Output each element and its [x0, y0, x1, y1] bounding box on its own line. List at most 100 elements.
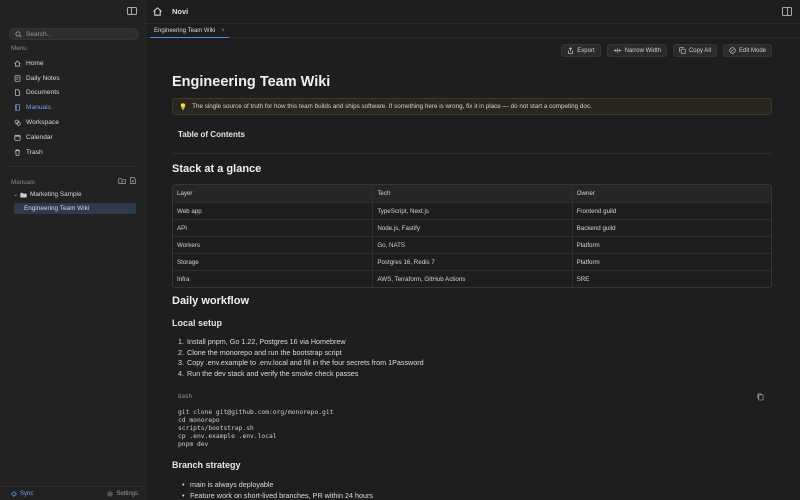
table-cell: SRE: [571, 271, 771, 287]
sidebar-header: [0, 0, 145, 24]
export-icon: [568, 47, 574, 54]
manuals-icon: [15, 104, 20, 111]
list-item-text: Clone the monorepo and run the bootstrap…: [187, 347, 342, 357]
sidebar-item-trash[interactable]: Trash: [9, 145, 139, 160]
narrow-width-button[interactable]: Narrow Width: [606, 44, 667, 57]
sidebar-item-label: Trash: [26, 148, 43, 156]
export-label: Export: [577, 47, 595, 54]
documents-icon: [15, 89, 20, 97]
manuals-actions: [118, 177, 137, 184]
sidebar-item-home[interactable]: Home: [9, 56, 139, 71]
sidebar-item-workspace[interactable]: Workspace: [9, 115, 139, 130]
code-line: pnpm dev: [178, 441, 209, 448]
narrow-width-label: Narrow Width: [624, 47, 661, 54]
copy-code-icon[interactable]: [757, 393, 764, 401]
sidebar-item-daily-notes[interactable]: Daily Notes: [9, 71, 139, 86]
narrow-width-icon: [613, 48, 621, 53]
main-content: Novi Engineering Team Wiki × Export Narr…: [146, 0, 800, 500]
chevron-down-icon: ⌄: [13, 192, 19, 198]
tree-folder-label: Marketing Sample: [30, 191, 82, 198]
edit-mode-label: Edit Mode: [738, 47, 766, 54]
code-language-label: bash: [178, 394, 192, 400]
edit-mode-icon: [729, 47, 736, 54]
list-item-text: main is always deployable: [190, 480, 274, 489]
daily-notes-icon: [14, 75, 21, 82]
list-item-text: Copy .env.example to .env.local and fill…: [187, 358, 424, 367]
sync-button[interactable]: Sync: [11, 491, 33, 497]
table-row: Web app TypeScript, Next.js Frontend gui…: [173, 202, 771, 220]
new-document-icon[interactable]: [129, 177, 137, 184]
settings-button[interactable]: Settings: [107, 491, 138, 497]
tree-doc-label: Engineering Team Wiki: [24, 205, 90, 212]
home-button-icon[interactable]: [152, 6, 163, 17]
sidebar-item-calendar[interactable]: Calendar: [9, 130, 139, 145]
list-item-text: Feature work on short-lived branches, PR…: [190, 490, 373, 500]
table-of-contents[interactable]: Table of Contents: [178, 130, 245, 139]
divider: [172, 153, 772, 154]
code-line: scripts/bootstrap.sh: [178, 425, 254, 432]
table-cell: API: [177, 225, 187, 232]
table-cell: Go, NATS: [372, 237, 571, 254]
branch-strategy-list: • main is always deployable • Feature work…: [182, 480, 373, 500]
copy-all-button[interactable]: Copy All: [672, 44, 717, 57]
callout-text: The single source of truth for how this …: [192, 103, 592, 110]
search-input[interactable]: Search...: [9, 28, 139, 40]
stack-table: Layer Tech Owner Web app TypeScript, Nex…: [172, 184, 772, 288]
search-icon: [15, 30, 22, 38]
tree-folder-marketing-sample[interactable]: ⌄ Marketing Sample: [13, 189, 139, 200]
trash-icon: [15, 149, 20, 156]
tree-doc-engineering-team-wiki[interactable]: Engineering Team Wiki: [14, 203, 136, 214]
table-cell: Backend guild: [571, 220, 771, 237]
sidebar-footer: Sync Settings: [0, 486, 146, 500]
table-cell: Platform: [571, 254, 771, 271]
top-bar: Novi: [146, 0, 800, 24]
manuals-section-label: Manuals: [11, 179, 35, 186]
sidebar-item-documents[interactable]: Documents: [9, 86, 139, 101]
table-header-cell: Tech: [372, 185, 571, 202]
table-cell: Node.js, Fastify: [372, 220, 571, 237]
code-line: git clone git@github.com:org/monorepo.gi…: [178, 409, 334, 416]
search-placeholder: Search...: [26, 30, 53, 38]
sidebar-toggle-icon[interactable]: [127, 7, 137, 15]
sidebar-item-label: Manuals: [26, 104, 51, 112]
heading-daily-workflow: Daily workflow: [172, 295, 250, 307]
table-cell: Infra: [177, 276, 190, 283]
list-item: • Feature work on short-lived branches, P…: [182, 490, 373, 500]
table-cell: Postgres 16, Redis 7: [372, 254, 571, 271]
new-folder-icon[interactable]: [118, 177, 126, 184]
calendar-icon: [14, 134, 21, 141]
sidebar-item-label: Workspace: [26, 119, 59, 127]
callout-box: 💡 The single source of truth for how thi…: [172, 98, 772, 115]
table-cell: Workers: [177, 242, 200, 249]
copy-all-label: Copy All: [688, 47, 711, 54]
table-header-row: Layer Tech Owner: [173, 185, 771, 202]
sidebar-item-label: Documents: [26, 89, 60, 97]
list-item-text: Install pnpm, Go 1.22, Postgres 16 via H…: [187, 337, 346, 346]
settings-label: Settings: [116, 490, 138, 497]
setup-steps-list: 1. Install pnpm, Go 1.22, Postgres 16 via…: [178, 337, 424, 379]
sidebar-nav: Home Daily Notes Documents Manuals Works…: [9, 56, 139, 160]
document-toolbar: Export Narrow Width Copy All Edit Mode: [561, 44, 772, 57]
table-header-cell: Owner: [571, 185, 771, 202]
table-header-cell: Layer: [177, 190, 193, 197]
export-button[interactable]: Export: [561, 44, 601, 57]
sidebar-item-label: Daily Notes: [26, 74, 60, 82]
code-line: cd monorepo: [178, 417, 220, 424]
tab-label: Engineering Team Wiki: [154, 27, 216, 34]
table-cell: Frontend guild: [571, 203, 771, 220]
sidebar-item-label: Calendar: [26, 133, 53, 141]
sidebar-item-manuals[interactable]: Manuals: [9, 100, 139, 115]
table-row: Workers Go, NATS Platform: [173, 236, 771, 254]
list-item: 1. Install pnpm, Go 1.22, Postgres 16 via…: [178, 337, 346, 346]
split-view-icon[interactable]: [782, 7, 792, 16]
table-cell: Platform: [571, 237, 771, 254]
menu-section-label: Menu: [11, 45, 27, 52]
edit-mode-button[interactable]: Edit Mode: [722, 44, 772, 57]
list-item: 4. Run the dev stack and verify the smoke…: [178, 368, 359, 378]
close-icon[interactable]: ×: [221, 28, 225, 34]
scrollbar[interactable]: [796, 38, 800, 500]
tab-engineering-team-wiki[interactable]: Engineering Team Wiki ×: [150, 24, 229, 38]
home-icon: [14, 60, 21, 67]
code-line: cp .env.example .env.local: [178, 433, 277, 440]
table-cell: AWS, Terraform, GitHub Actions: [372, 271, 571, 287]
